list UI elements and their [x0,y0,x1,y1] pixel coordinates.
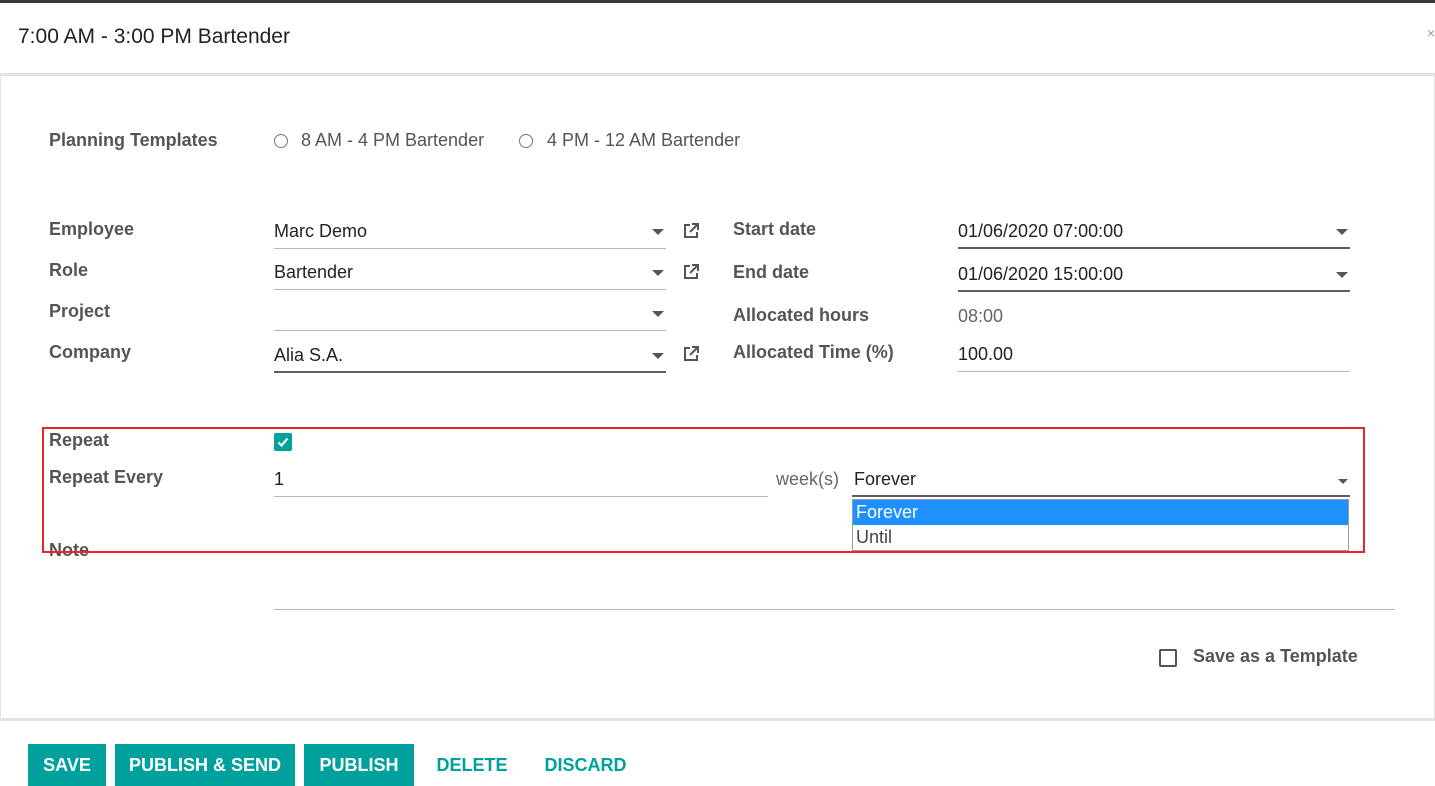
end-date-field[interactable]: 01/06/2020 15:00:00 [958,260,1350,292]
repeat-label: Repeat [49,430,110,450]
discard-button[interactable]: DISCARD [537,744,634,786]
allocated-time-value: 100.00 [958,344,1014,364]
end-date-value: 01/06/2020 15:00:00 [958,264,1124,284]
publish-send-button[interactable]: PUBLISH & SEND [115,744,295,786]
role-field[interactable]: Bartender [274,258,666,290]
project-field[interactable] [274,299,666,331]
radio-icon[interactable] [274,134,288,148]
allocated-hours-label: Allocated hours [733,305,870,325]
dialog-title: 7:00 AM - 3:00 PM Bartender [18,25,290,48]
planning-templates-label: Planning Templates [49,130,218,150]
external-link-icon[interactable] [681,262,701,282]
template-option-1[interactable]: 8 AM - 4 PM Bartender [301,130,484,151]
repeat-interval-field[interactable]: 1 [274,465,768,497]
role-label: Role [49,260,89,280]
project-label: Project [49,301,111,321]
employee-label: Employee [49,219,135,239]
allocated-hours-value: 08:00 [958,306,1004,326]
allocated-time-label: Allocated Time (%) [733,342,894,362]
start-date-label: Start date [733,219,817,239]
caret-down-icon[interactable] [1336,229,1348,235]
company-label: Company [49,342,132,362]
role-value: Bartender [274,262,354,282]
caret-down-icon[interactable] [652,353,664,359]
dialog-header: 7:00 AM - 3:00 PM Bartender × [0,3,1435,73]
save-button[interactable]: SAVE [28,744,106,786]
close-icon[interactable]: × [1427,25,1435,41]
dialog-body [0,73,1435,721]
caret-down-icon[interactable] [652,270,664,276]
caret-down-icon[interactable] [652,229,664,235]
external-link-icon[interactable] [681,221,701,241]
dropdown-option-forever[interactable]: Forever [853,500,1348,525]
allocated-time-field[interactable]: 100.00 [958,340,1350,372]
caret-down-icon[interactable] [652,311,664,317]
repeat-type-dropdown: Forever Until [852,499,1349,551]
note-label: Note [49,540,89,560]
dropdown-option-until[interactable]: Until [853,525,1348,550]
repeat-type-select[interactable]: Forever [852,465,1350,497]
company-value: Alia S.A. [274,345,344,365]
template-option-2[interactable]: 4 PM - 12 AM Bartender [547,130,740,151]
repeat-checkbox[interactable] [274,433,292,451]
caret-down-icon[interactable] [1336,272,1348,278]
start-date-value: 01/06/2020 07:00:00 [958,221,1124,241]
employee-value: Marc Demo [274,221,368,241]
start-date-field[interactable]: 01/06/2020 07:00:00 [958,217,1350,249]
end-date-label: End date [733,262,810,282]
radio-icon[interactable] [519,134,533,148]
external-link-icon[interactable] [681,344,701,364]
repeat-interval-value: 1 [274,469,285,489]
check-icon [277,437,289,448]
company-field[interactable]: Alia S.A. [274,341,666,373]
caret-down-icon[interactable] [1338,479,1348,484]
repeat-unit-label: week(s) [776,469,840,489]
note-field[interactable] [274,578,1395,610]
repeat-every-label: Repeat Every [49,467,164,487]
delete-button[interactable]: DELETE [430,744,514,786]
save-template-label[interactable]: Save as a Template [1193,646,1358,667]
repeat-type-value: Forever [854,469,917,489]
save-template-checkbox[interactable] [1159,649,1177,667]
employee-field[interactable]: Marc Demo [274,217,666,249]
publish-button[interactable]: PUBLISH [304,744,414,786]
